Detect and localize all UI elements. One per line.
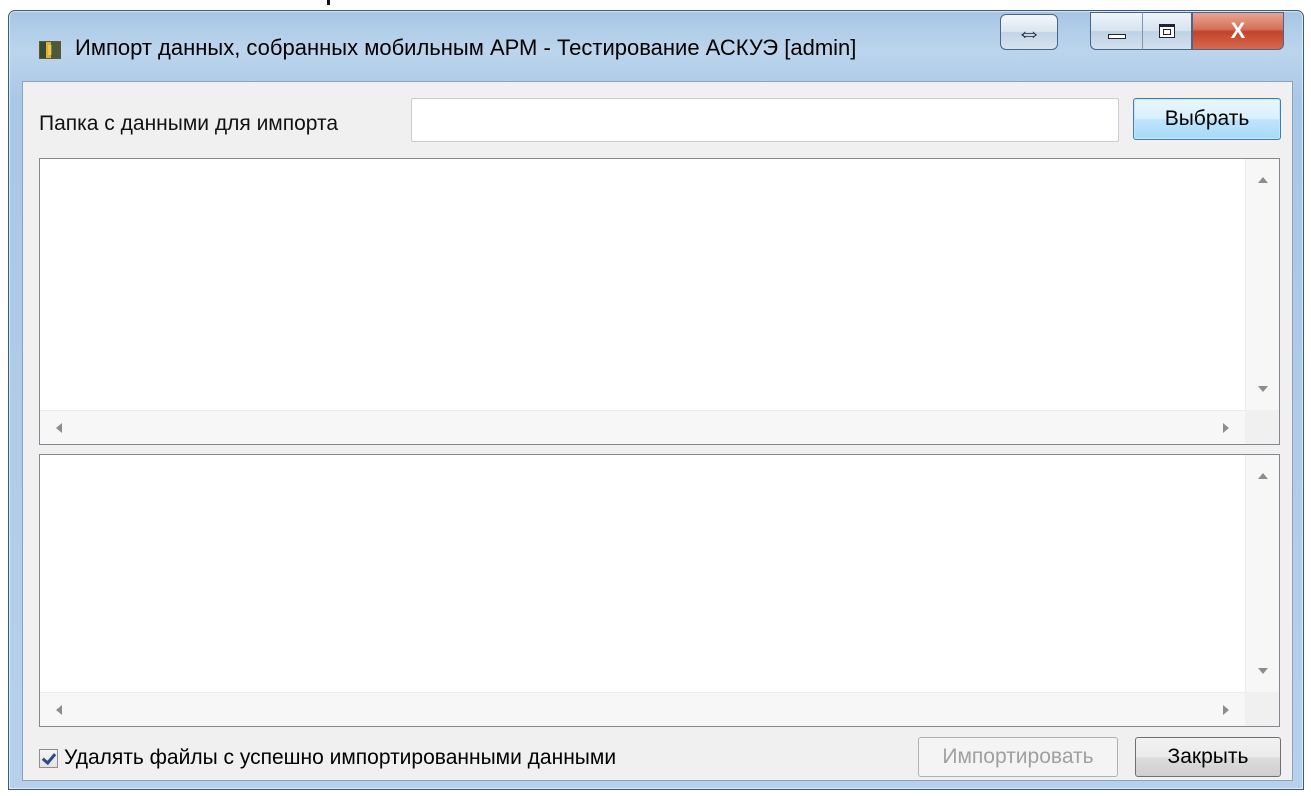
delete-files-checkbox[interactable] [39, 748, 58, 768]
dialog-client-area: Папка с данными для импорта Выбрать Удал… [22, 81, 1293, 781]
swap-arrows-icon: ⇔ [1016, 17, 1042, 47]
vertical-scrollbar[interactable] [1245, 159, 1279, 410]
folder-path-input[interactable] [411, 98, 1119, 142]
files-list-panel[interactable] [39, 158, 1280, 445]
horizontal-scrollbar[interactable] [40, 692, 1245, 726]
app-icon[interactable] [39, 41, 61, 59]
scroll-left-icon[interactable] [56, 423, 62, 433]
scroll-right-icon[interactable] [1223, 705, 1229, 715]
minimize-button[interactable] [1090, 12, 1142, 50]
import-log-panel[interactable] [39, 454, 1280, 727]
select-folder-button[interactable]: Выбрать [1133, 98, 1281, 140]
maximize-icon [1159, 24, 1175, 38]
import-button[interactable]: Импортировать [918, 737, 1118, 777]
scroll-down-icon[interactable] [1258, 386, 1268, 392]
import-dialog-window: Импорт данных, собранных мобильным АРМ -… [8, 10, 1304, 790]
stray-mark [327, 0, 330, 5]
folder-label: Папка с данными для импорта [39, 112, 339, 135]
scroll-right-icon[interactable] [1223, 423, 1229, 433]
title-bar[interactable]: Импорт данных, собранных мобильным АРМ -… [9, 11, 1303, 83]
scrollbar-corner [1245, 410, 1279, 444]
swap-button[interactable]: ⇔ [1000, 14, 1058, 50]
close-button[interactable]: Закрыть [1135, 737, 1281, 777]
scrollbar-corner [1245, 692, 1279, 726]
maximize-button[interactable] [1142, 12, 1192, 50]
delete-files-label[interactable]: Удалять файлы с успешно импортированными… [64, 746, 616, 770]
scroll-up-icon[interactable] [1258, 177, 1268, 183]
horizontal-scrollbar[interactable] [40, 410, 1245, 444]
close-window-button[interactable]: X [1192, 12, 1284, 50]
vertical-scrollbar[interactable] [1245, 455, 1279, 692]
minimize-icon [1107, 33, 1126, 39]
delete-files-option[interactable]: Удалять файлы с успешно импортированными… [39, 746, 616, 770]
scroll-up-icon[interactable] [1258, 473, 1268, 479]
scroll-left-icon[interactable] [56, 705, 62, 715]
window-title: Импорт данных, собранных мобильным АРМ -… [75, 35, 857, 60]
close-icon: X [1230, 18, 1246, 43]
scroll-down-icon[interactable] [1258, 668, 1268, 674]
